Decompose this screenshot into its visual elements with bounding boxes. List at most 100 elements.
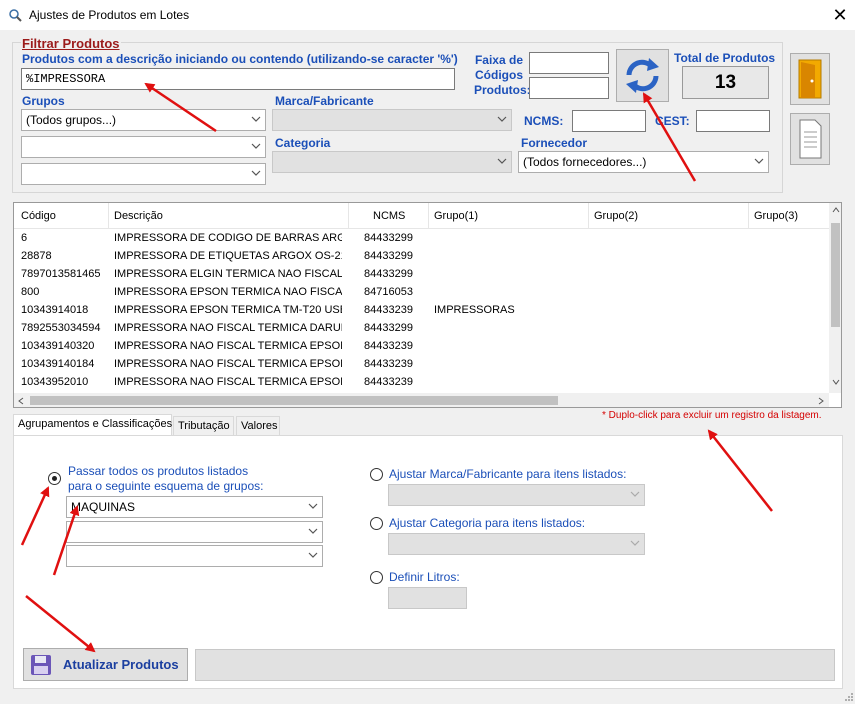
table-cell: 10343914018 — [21, 304, 89, 316]
groups-level3-select[interactable] — [21, 163, 266, 185]
chevron-down-icon — [251, 143, 261, 149]
column-header-description[interactable]: Descrição — [114, 210, 163, 222]
document-icon — [799, 119, 822, 159]
set-liters-radio[interactable] — [370, 571, 383, 584]
apply-groups-radio[interactable] — [48, 472, 61, 485]
liters-input[interactable] — [388, 587, 467, 609]
scroll-up-icon[interactable] — [832, 207, 840, 213]
filter-section-title: Filtrar Produtos — [21, 36, 121, 51]
table-row[interactable]: 10343914018 IMPRESSORA EPSON TERMICA TM-T… — [14, 302, 829, 320]
grid-header: Código Descrição NCMS Grupo(1) Grupo(2) … — [14, 203, 829, 229]
ncms-input[interactable] — [572, 110, 646, 132]
code-range-to-input[interactable] — [529, 77, 609, 99]
vertical-scroll-thumb[interactable] — [831, 223, 840, 327]
resize-grip-icon[interactable] — [842, 690, 854, 702]
description-filter-input[interactable]: %IMPRESSORA — [21, 68, 455, 90]
chevron-down-icon — [630, 491, 640, 497]
target-group2-select[interactable] — [66, 521, 323, 543]
column-header-group2[interactable]: Grupo(2) — [594, 210, 638, 222]
ncms-label: NCMS: — [524, 114, 564, 128]
code-range-label-line2: Códigos — [475, 68, 523, 82]
table-row[interactable]: 103439140184 IMPRESSORA NAO FISCAL TERMIC… — [14, 356, 829, 374]
tab-taxation[interactable]: Tributação — [173, 416, 234, 436]
tab-values[interactable]: Valores — [236, 416, 280, 436]
table-cell: 84433299 — [364, 322, 413, 334]
table-cell: 84433299 — [364, 232, 413, 244]
chevron-down-icon — [630, 540, 640, 546]
table-cell: 7897013581465 — [21, 268, 101, 280]
groups-level2-select[interactable] — [21, 136, 266, 158]
scroll-right-icon[interactable] — [818, 397, 824, 405]
table-cell: 84433239 — [364, 304, 413, 316]
description-filter-label: Produtos com a descrição iniciando ou co… — [22, 52, 458, 66]
apply-groups-label: Passar todos os produtos listados para o… — [68, 464, 263, 494]
refresh-button[interactable] — [616, 49, 669, 102]
update-products-label: Atualizar Produtos — [63, 657, 179, 672]
table-cell: 800 — [21, 286, 40, 298]
column-header-group1[interactable]: Grupo(1) — [434, 210, 478, 222]
adjust-brand-radio[interactable] — [370, 468, 383, 481]
table-cell: IMPRESSORA DE ETIQUETAS ARGOX OS-214... — [114, 250, 342, 262]
brand-label: Marca/Fabricante — [275, 94, 374, 108]
column-divider — [108, 203, 109, 229]
code-range-from-input[interactable] — [529, 52, 609, 74]
chevron-down-icon — [308, 552, 318, 558]
supplier-select[interactable]: (Todos fornecedores...) — [518, 151, 769, 173]
table-row[interactable]: 28878 IMPRESSORA DE ETIQUETAS ARGOX OS-21… — [14, 248, 829, 266]
table-row[interactable]: 6 IMPRESSORA DE CODIGO DE BARRAS ARG... 84… — [14, 230, 829, 248]
window: Ajustes de Produtos em Lotes ✕ Filtrar P… — [0, 0, 855, 704]
target-group1-select[interactable]: MAQUINAS — [66, 496, 323, 518]
close-button[interactable]: ✕ — [826, 3, 854, 27]
scroll-left-icon[interactable] — [18, 397, 24, 405]
vertical-scrollbar[interactable] — [829, 203, 841, 393]
table-cell: IMPRESSORA EPSON TERMICA NAO FISCAL ... — [114, 286, 342, 298]
table-cell: IMPRESSORA NAO FISCAL TERMICA EPSON ... — [114, 358, 342, 370]
target-group1-value: MAQUINAS — [71, 500, 136, 514]
table-row[interactable]: 103439140320 IMPRESSORA NAO FISCAL TERMIC… — [14, 338, 829, 356]
column-header-ncms[interactable]: NCMS — [373, 210, 405, 222]
exit-door-icon — [798, 59, 822, 99]
exit-button[interactable] — [790, 53, 830, 105]
products-grid[interactable]: Código Descrição NCMS Grupo(1) Grupo(2) … — [13, 202, 842, 408]
table-row[interactable]: 7892553034594 IMPRESSORA NAO FISCAL TERMI… — [14, 320, 829, 338]
groups-label: Grupos — [22, 94, 65, 108]
table-cell: IMPRESSORA DE CODIGO DE BARRAS ARG... — [114, 232, 342, 244]
table-cell: 103439140320 — [21, 340, 95, 352]
column-header-code[interactable]: Código — [21, 210, 56, 222]
column-divider — [588, 203, 589, 229]
table-cell: IMPRESSORA NAO FISCAL TERMICA EPSON ... — [114, 340, 342, 352]
cest-label: CEST: — [655, 114, 690, 128]
horizontal-scroll-thumb[interactable] — [30, 396, 558, 405]
table-cell: 28878 — [21, 250, 52, 262]
table-row[interactable]: 800 IMPRESSORA EPSON TERMICA NAO FISCAL .… — [14, 284, 829, 302]
total-products-value: 13 — [682, 66, 769, 99]
column-header-group3[interactable]: Grupo(3) — [754, 210, 798, 222]
code-range-label: Faixa de Códigos Produtos: — [474, 53, 531, 98]
adjust-category-label: Ajustar Categoria para itens listados: — [389, 516, 586, 530]
table-cell: 10343952010 — [21, 376, 89, 388]
column-divider — [748, 203, 749, 229]
brand-select[interactable] — [272, 109, 512, 131]
chevron-down-icon — [497, 158, 507, 164]
groups-select[interactable]: (Todos grupos...) — [21, 109, 266, 131]
table-row[interactable]: 7897013581465 IMPRESSORA ELGIN TERMICA NA… — [14, 266, 829, 284]
cest-input[interactable] — [696, 110, 770, 132]
update-products-button[interactable]: Atualizar Produtos — [23, 648, 188, 681]
supplier-select-value: (Todos fornecedores...) — [523, 155, 647, 169]
adjust-category-select[interactable] — [388, 533, 645, 555]
title-bar: Ajustes de Produtos em Lotes ✕ — [0, 0, 855, 30]
scroll-down-icon[interactable] — [832, 379, 840, 385]
code-range-label-line1: Faixa de — [474, 53, 523, 67]
table-cell: IMPRESSORA NAO FISCAL TERMICA DARUM... — [114, 322, 342, 334]
target-group3-select[interactable] — [66, 545, 323, 567]
category-select[interactable] — [272, 151, 512, 173]
code-range-label-line3: Produtos: — [474, 83, 531, 97]
table-row[interactable]: 10343952010 IMPRESSORA NAO FISCAL TERMICA… — [14, 374, 829, 392]
table-cell: IMPRESSORA ELGIN TERMICA NAO FISCAL I8..… — [114, 268, 342, 280]
adjust-brand-select[interactable] — [388, 484, 645, 506]
delete-hint-text: * Duplo-click para excluir um registro d… — [602, 410, 822, 421]
new-document-button[interactable] — [790, 113, 830, 165]
horizontal-scrollbar[interactable] — [14, 393, 829, 407]
adjust-category-radio[interactable] — [370, 517, 383, 530]
tab-groups-classifications[interactable]: Agrupamentos e Classificações — [13, 414, 172, 436]
